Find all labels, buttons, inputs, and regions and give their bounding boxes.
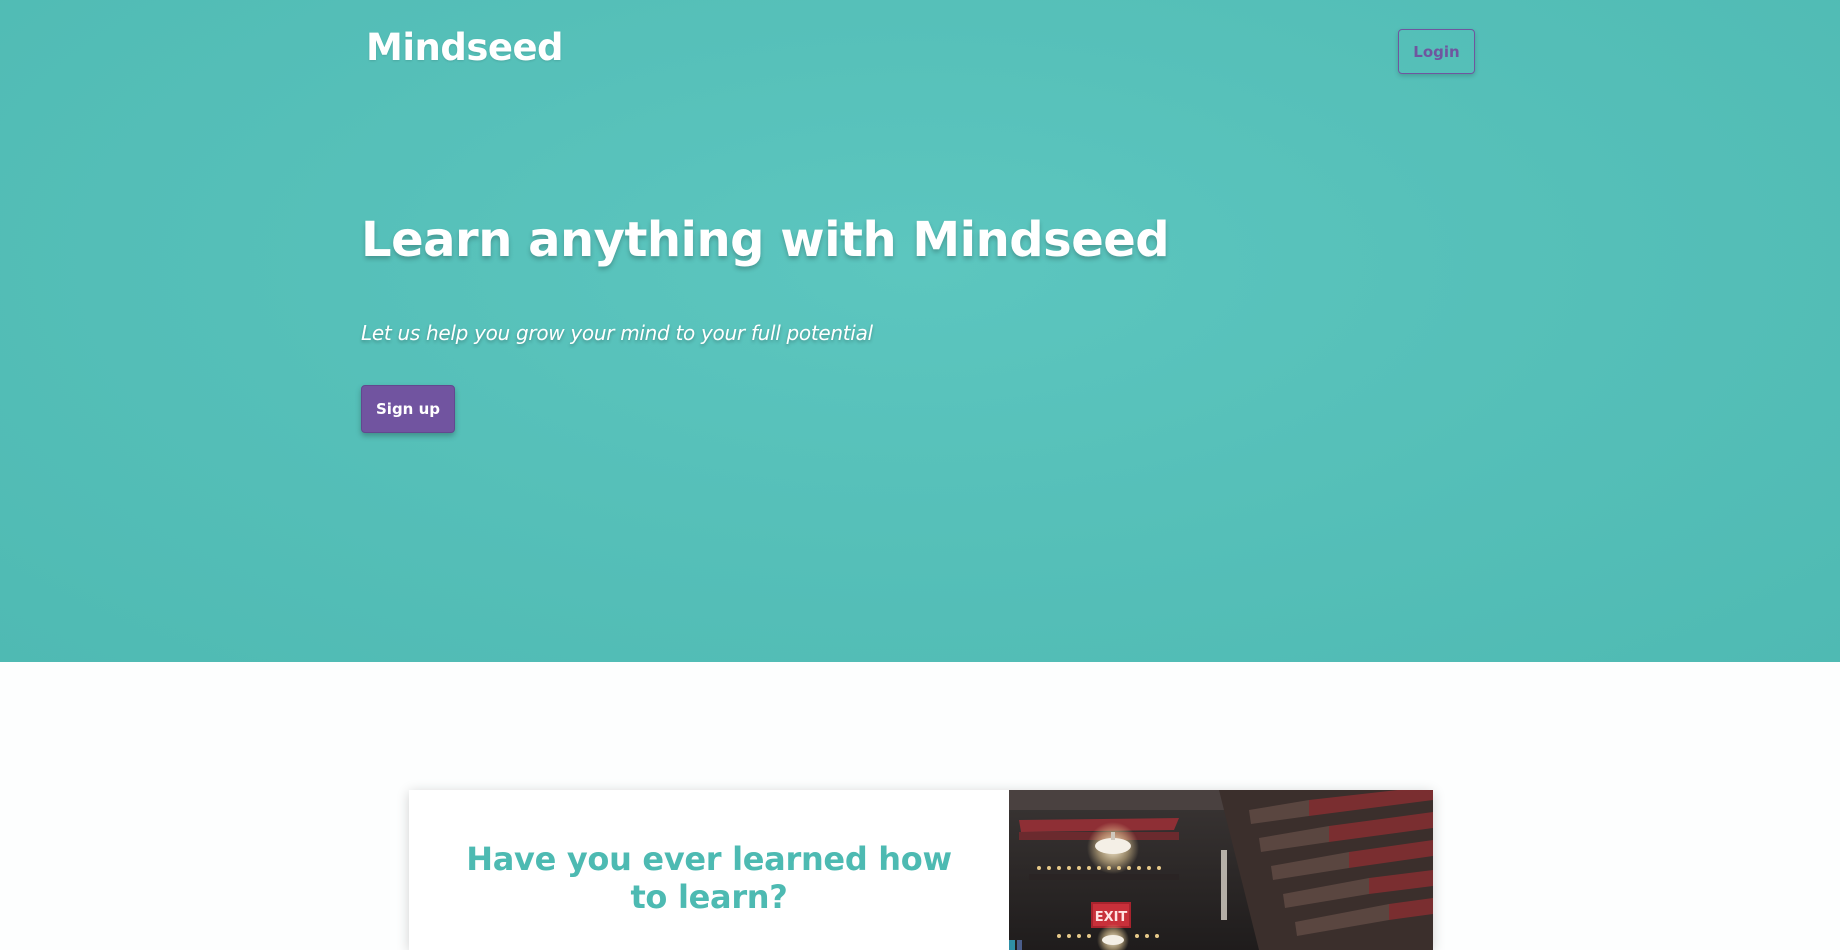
signup-button[interactable]: Sign up: [361, 385, 455, 433]
feature-card-title: Have you ever learned how to learn?: [466, 840, 952, 916]
brand-logo[interactable]: Mindseed: [366, 26, 564, 69]
feature-card: Have you ever learned how to learn? EXIT: [409, 790, 1433, 950]
exit-sign-text: EXIT: [1095, 910, 1128, 925]
hero-section: Mindseed Login Learn anything with Minds…: [0, 0, 1840, 662]
hero-headline: Learn anything with Mindseed: [361, 212, 1170, 268]
library-photo: EXIT: [1009, 790, 1433, 950]
feature-card-text-panel: Have you ever learned how to learn?: [409, 790, 1009, 950]
hero-subline: Let us help you grow your mind to your f…: [361, 321, 873, 345]
library-photo-illustration: EXIT: [1009, 790, 1433, 950]
login-button[interactable]: Login: [1398, 29, 1475, 74]
